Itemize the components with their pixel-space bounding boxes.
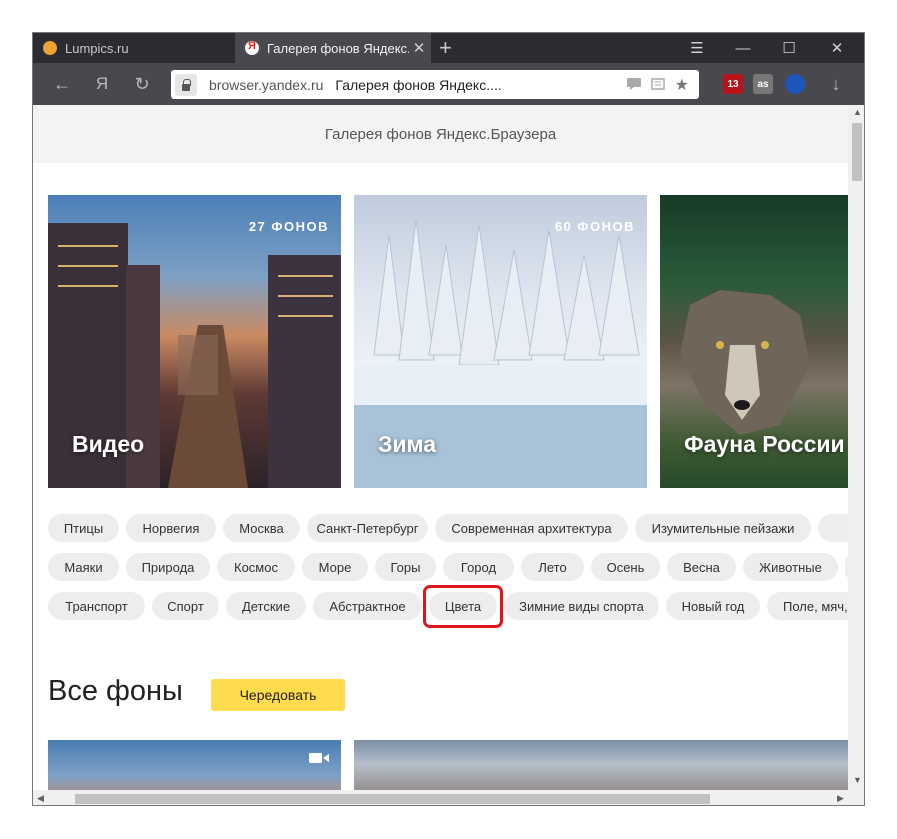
chip-field-ball[interactable]: Поле, мяч, [767,592,848,620]
reader-icon[interactable] [650,77,665,93]
browser-window: Lumpics.ru Галерея фонов Яндекс.Браузера… [32,32,865,806]
highlight-box [423,585,503,628]
url-page-title: Галерея фонов Яндекс.... [335,76,502,93]
back-button[interactable]: ← [49,71,75,97]
globe-extension-icon[interactable] [785,74,805,94]
chip-spb[interactable]: Санкт-Петербург [307,514,428,542]
shuffle-button[interactable]: Чередовать [211,679,345,711]
url-field[interactable]: browser.yandex.ru Галерея фонов Яндекс..… [171,70,699,99]
chip-space[interactable]: Космос [217,553,295,581]
video-camera-icon [309,753,329,763]
url-domain: browser.yandex.ru [209,76,324,93]
horizontal-scroll-thumb[interactable] [75,794,710,804]
chip-sea[interactable]: Море [302,553,368,581]
chip-summer[interactable]: Лето [521,553,584,581]
card-winter[interactable]: 60 ФОНОВ Зима [354,195,647,488]
chip-more-row1[interactable] [818,514,848,542]
card-fauna[interactable]: Фауна России [660,195,848,488]
tab-bar: Lumpics.ru Галерея фонов Яндекс.Браузера… [33,33,864,63]
yandex-icon [245,40,259,55]
chip-transport[interactable]: Транспорт [48,592,145,620]
horizontal-scrollbar[interactable]: ◀ ▶ [33,790,864,805]
chip-new-year[interactable]: Новый год [666,592,760,620]
chip-winter-sports[interactable]: Зимние виды спорта [504,592,659,620]
card-video[interactable]: 27 ФОНОВ Видео [48,195,341,488]
chip-modern-architecture[interactable]: Современная архитектура [435,514,628,542]
background-thumbnail[interactable] [354,740,848,790]
chip-mountains[interactable]: Горы [375,553,436,581]
close-tab-icon[interactable]: ✕ [409,39,429,57]
chip-lighthouses[interactable]: Маяки [48,553,119,581]
scroll-left-icon[interactable]: ◀ [37,793,44,804]
reload-button[interactable]: ↻ [129,71,155,97]
chip-moscow[interactable]: Москва [223,514,300,542]
section-title: Все фоны [48,675,183,707]
new-tab-button[interactable]: + [439,35,452,61]
gallery-header: Галерея фонов Яндекс.Браузера [33,105,848,163]
chip-sport[interactable]: Спорт [152,592,219,620]
card-count: 27 ФОНОВ [248,219,329,234]
page-content: Галерея фонов Яндекс.Браузера 27 ФОНОВ В… [33,105,848,790]
chip-city[interactable]: Город [443,553,514,581]
tab-gallery[interactable]: Галерея фонов Яндекс.Браузера ✕ [235,33,431,63]
maximize-button[interactable]: ☐ [766,33,812,63]
menu-icon[interactable]: ☰ [674,33,720,63]
chip-amazing-landscapes[interactable]: Изумительные пейзажи [635,514,811,542]
scroll-right-icon[interactable]: ▶ [837,793,844,804]
tab-title: Lumpics.ru [65,40,129,56]
background-thumbnail[interactable] [48,740,341,790]
scroll-up-icon[interactable]: ▲ [853,107,862,117]
bookmark-star-icon[interactable]: ★ [675,75,689,95]
chip-spring[interactable]: Весна [667,553,736,581]
page-title: Галерея фонов Яндекс.Браузера [324,125,557,143]
tab-title: Галерея фонов Яндекс.Браузера [267,40,409,56]
chip-animals[interactable]: Животные [743,553,838,581]
extension-badge-count: 13 [727,78,739,90]
card-title: Зима [378,431,437,457]
vertical-scroll-thumb[interactable] [852,123,862,181]
chip-kids[interactable]: Детские [226,592,306,620]
address-bar: ← Я ↻ browser.yandex.ru Галерея фонов Ян… [33,63,864,105]
close-window-button[interactable]: ✕ [814,33,860,63]
vertical-scrollbar[interactable]: ▲ ▼ [848,105,864,790]
tab-lumpics[interactable]: Lumpics.ru [33,33,233,63]
card-count: 60 ФОНОВ [554,219,635,234]
chip-autumn[interactable]: Осень [591,553,660,581]
lastfm-label: as [757,78,769,90]
chip-birds[interactable]: Птицы [48,514,119,542]
lastfm-icon[interactable]: as [753,74,773,94]
download-button[interactable]: ↓ [823,71,849,97]
yandex-home-button[interactable]: Я [89,71,115,97]
chip-nature[interactable]: Природа [126,553,210,581]
lock-icon[interactable] [175,73,197,96]
comment-icon[interactable] [626,77,641,93]
chip-norway[interactable]: Норвегия [126,514,216,542]
orange-circle-icon [43,41,57,55]
extension-badge-icon[interactable]: 13 [723,74,743,94]
chip-abstract[interactable]: Абстрактное [313,592,422,620]
card-title: Видео [72,431,145,457]
minimize-button[interactable]: — [720,33,766,63]
card-title: Фауна России [684,431,845,457]
scroll-down-icon[interactable]: ▼ [853,775,862,785]
